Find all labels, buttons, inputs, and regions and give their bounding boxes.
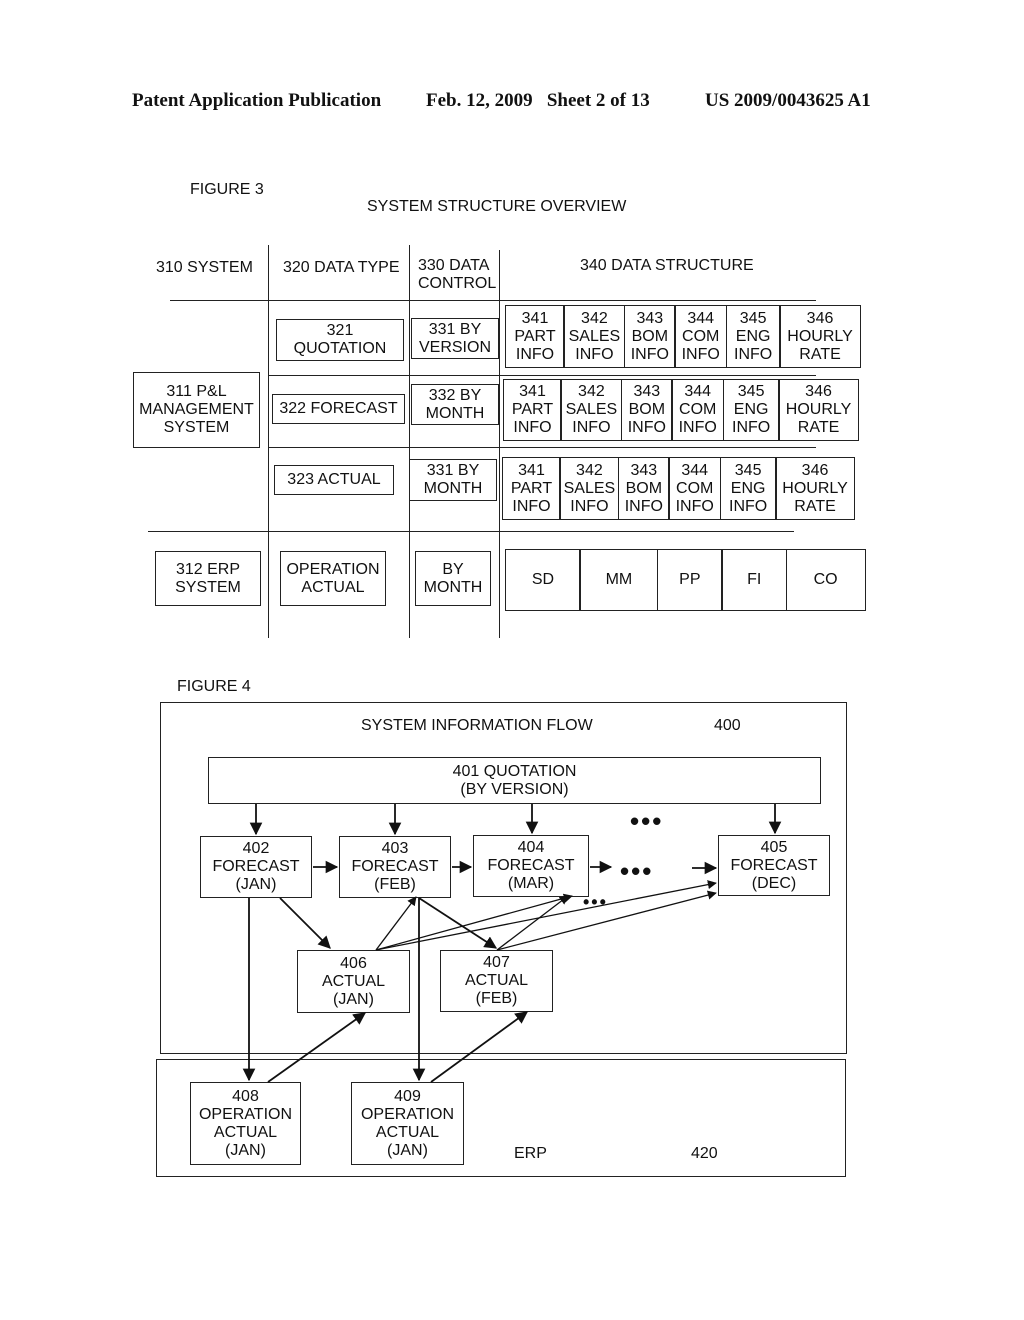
arrow-actual-feb-to-dec <box>496 890 717 951</box>
arrow-operation-409-to-actual-feb <box>430 1011 529 1083</box>
arrow-actual-jan-to-feb <box>375 896 417 951</box>
arrow-jan-forecast-to-actual <box>279 897 331 949</box>
arrow-actual-feb-to-mar <box>496 895 569 951</box>
arrow-operation-408-to-actual-jan <box>267 1012 367 1083</box>
flow-arrows <box>242 804 782 1083</box>
arrow-actual-jan-to-mar <box>375 893 573 951</box>
arrow-actual-jan-to-dec <box>375 880 717 951</box>
arrow-feb-forecast-to-actual <box>418 897 498 949</box>
